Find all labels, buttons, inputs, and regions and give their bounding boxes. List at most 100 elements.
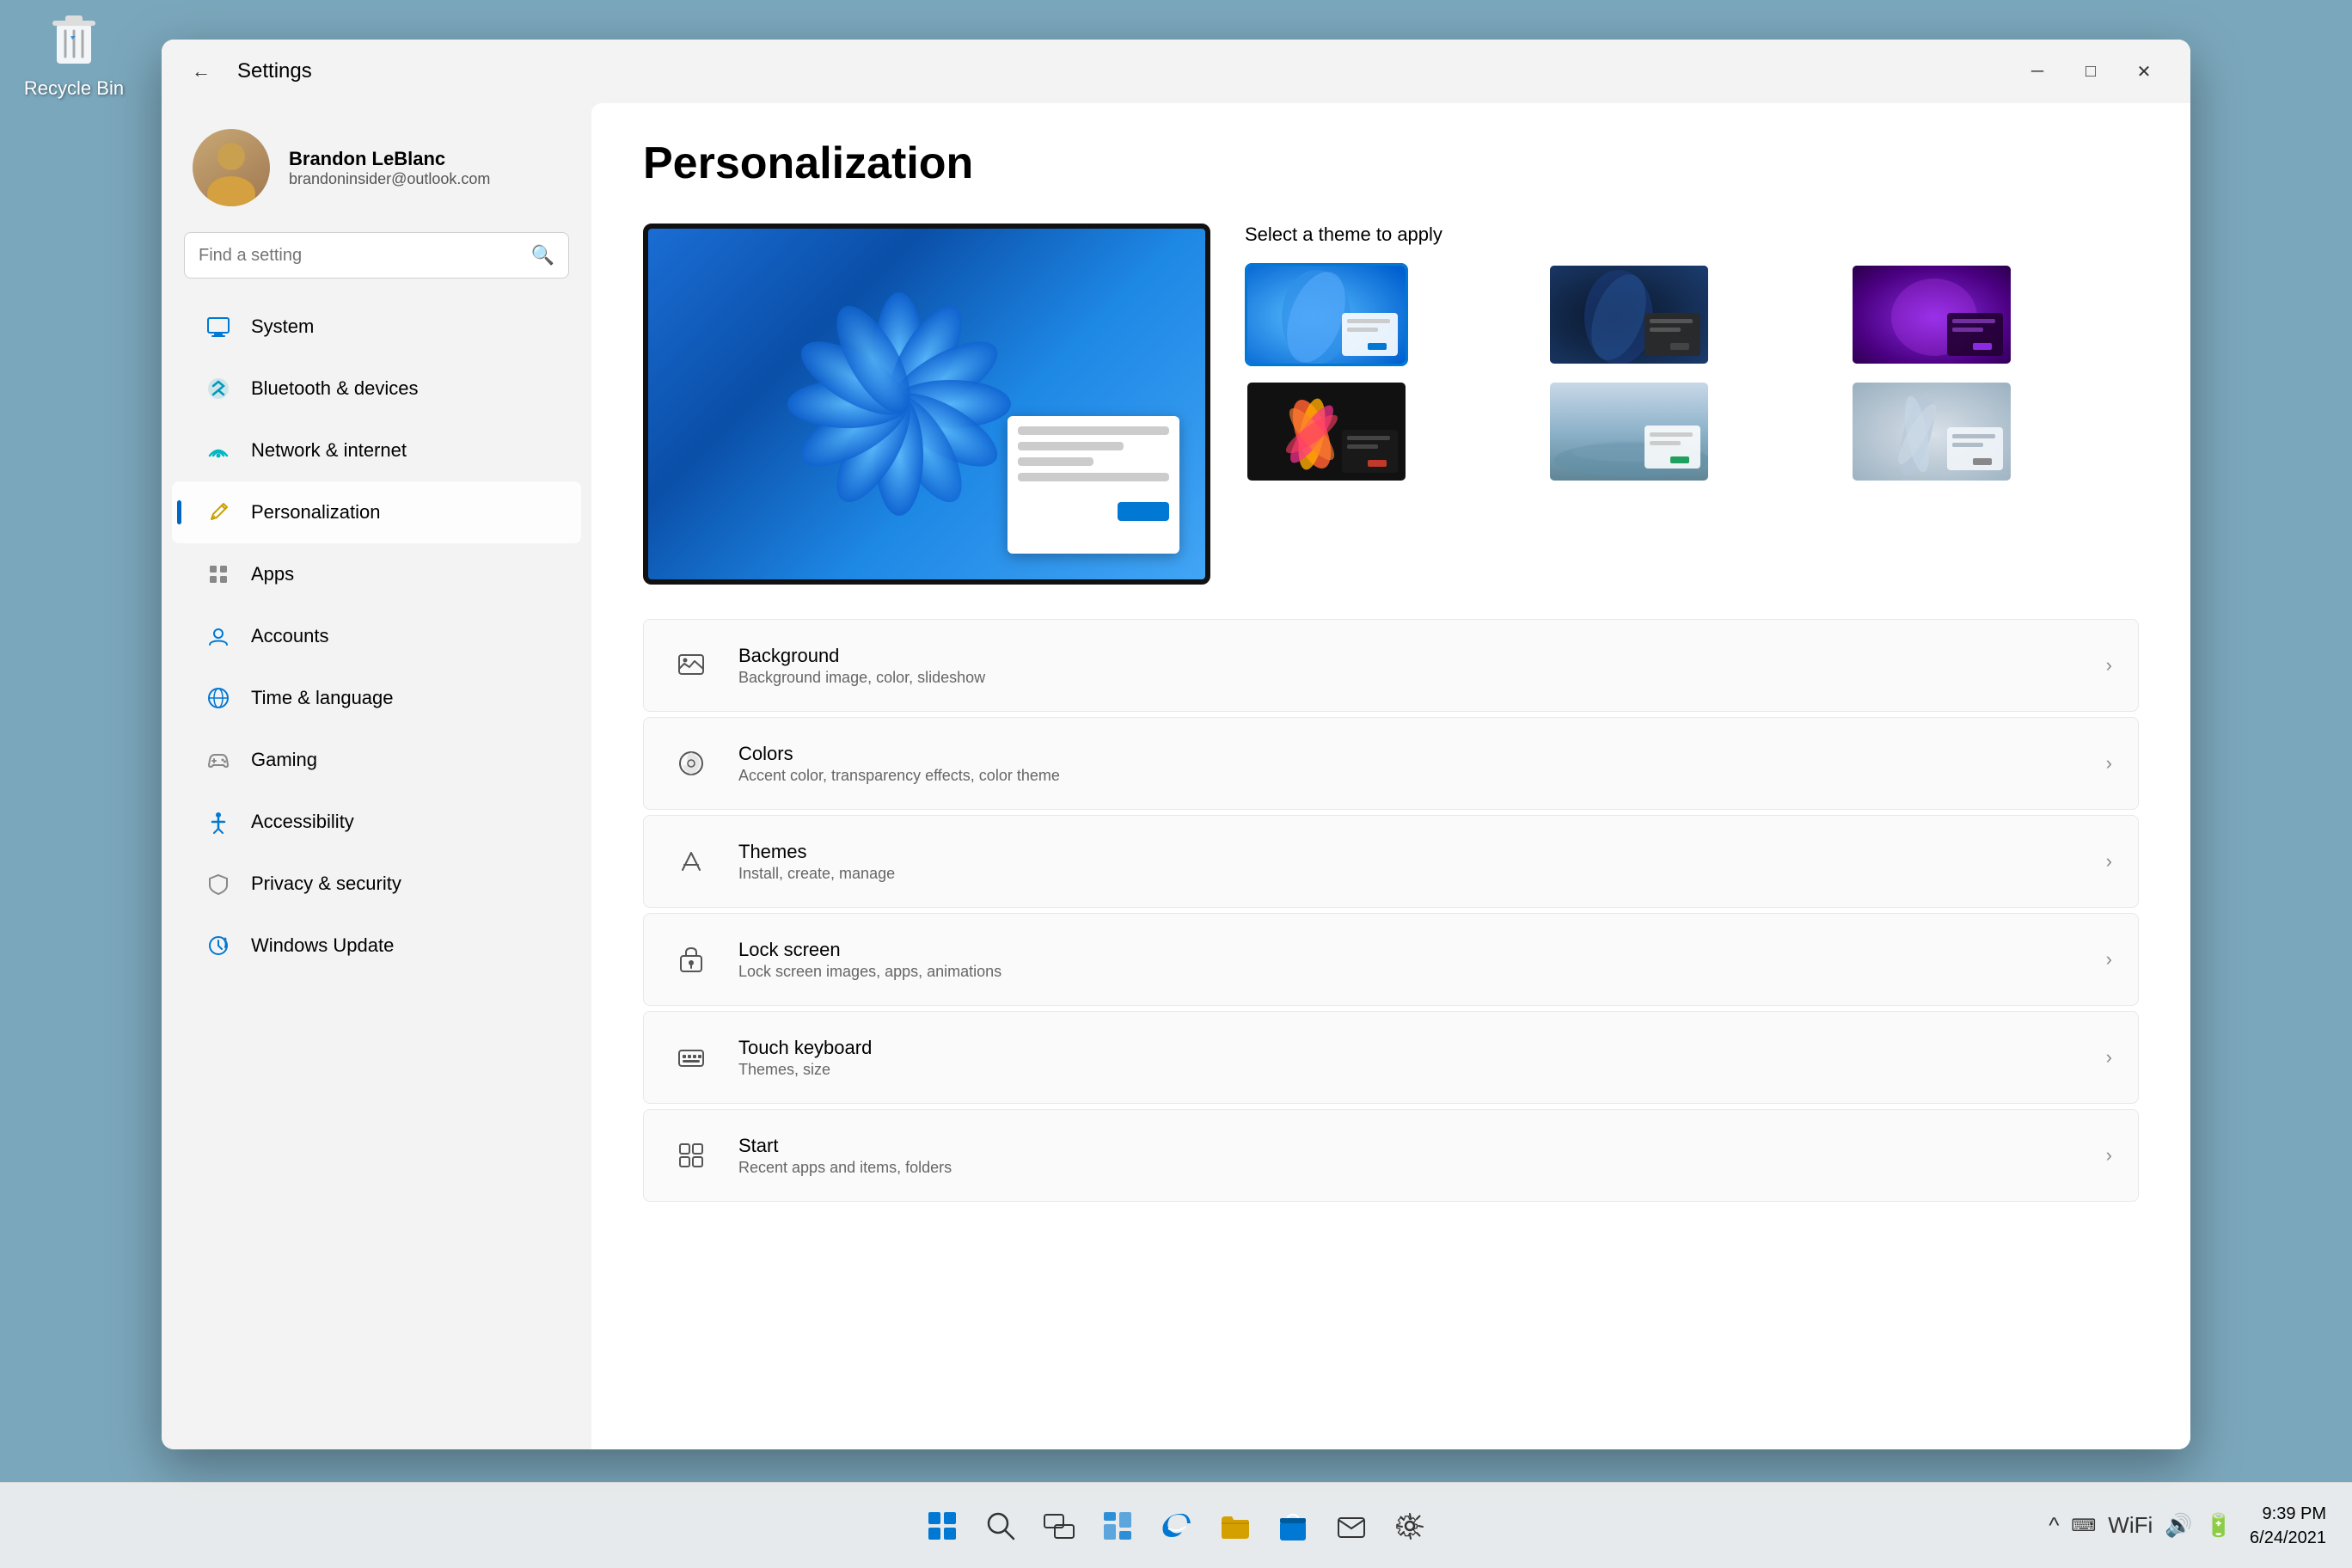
theme-card-5[interactable]: [1547, 380, 1711, 483]
explorer-button[interactable]: [1213, 1504, 1256, 1547]
apps-icon: [203, 559, 234, 590]
background-text: Background Background image, color, slid…: [738, 645, 2080, 687]
avatar-img: [193, 129, 270, 206]
bluetooth-icon: [203, 373, 234, 404]
network-icon: [203, 435, 234, 466]
chevron-up-icon[interactable]: ^: [2049, 1512, 2059, 1539]
search-button[interactable]: [979, 1504, 1022, 1547]
content-area: Brandon LeBlanc brandoninsider@outlook.c…: [162, 103, 2190, 1449]
settings-window: ← Settings ─ □ ✕: [162, 40, 2190, 1449]
minimize-button[interactable]: ─: [2012, 52, 2063, 91]
nav-update[interactable]: Windows Update: [172, 915, 581, 977]
nav-gaming[interactable]: Gaming: [172, 729, 581, 791]
settings-item-start[interactable]: Start Recent apps and items, folders ›: [643, 1109, 2139, 1202]
lockscreen-chevron: ›: [2106, 948, 2112, 971]
taskbar-center: [921, 1504, 1431, 1547]
taskbar-right: ^ ⌨ WiFi 🔊 🔋 9:39 PM 6/24/2021: [2049, 1502, 2326, 1550]
theme-card-2[interactable]: [1547, 263, 1711, 366]
nav-personalization[interactable]: Personalization: [172, 481, 581, 543]
clock-time: 9:39 PM: [2250, 1502, 2326, 1526]
page-title: Personalization: [643, 138, 2139, 189]
theme-card-4[interactable]: [1245, 380, 1408, 483]
start-chevron: ›: [2106, 1144, 2112, 1167]
nav-network[interactable]: Network & internet: [172, 420, 581, 481]
update-icon: [203, 930, 234, 961]
volume-icon[interactable]: 🔊: [2165, 1512, 2192, 1539]
system-tray: ^ ⌨ WiFi 🔊 🔋: [2049, 1512, 2233, 1539]
themes-icon: [670, 840, 713, 883]
taskbar: ^ ⌨ WiFi 🔊 🔋 9:39 PM 6/24/2021: [0, 1482, 2352, 1568]
battery-icon[interactable]: 🔋: [2205, 1512, 2233, 1539]
background-chevron: ›: [2106, 654, 2112, 677]
theme-preview-container: [643, 224, 1210, 585]
title-bar: ← Settings ─ □ ✕: [162, 40, 2190, 103]
colors-chevron: ›: [2106, 752, 2112, 775]
lockscreen-text: Lock screen Lock screen images, apps, an…: [738, 939, 2080, 981]
colors-text: Colors Accent color, transparency effect…: [738, 743, 2080, 785]
theme-5-preview: [1550, 383, 1708, 481]
accessibility-icon: [203, 806, 234, 837]
settings-item-colors[interactable]: Colors Accent color, transparency effect…: [643, 717, 2139, 810]
user-profile[interactable]: Brandon LeBlanc brandoninsider@outlook.c…: [162, 120, 591, 232]
start-settings-icon: [670, 1134, 713, 1177]
themes-grid: [1245, 263, 2139, 483]
nav-accessibility[interactable]: Accessibility: [172, 791, 581, 853]
theme-card-6[interactable]: [1850, 380, 2013, 483]
window-title: Settings: [237, 59, 1994, 83]
avatar: [193, 129, 270, 206]
nav-accounts[interactable]: Accounts: [172, 605, 581, 667]
theme-3-preview: [1853, 266, 2011, 364]
theme-2-preview: [1550, 266, 1708, 364]
start-button[interactable]: [921, 1504, 964, 1547]
gaming-icon: [203, 744, 234, 775]
privacy-icon: [203, 868, 234, 899]
maximize-button[interactable]: □: [2065, 52, 2116, 91]
theme-section: Select a theme to apply: [643, 224, 2139, 585]
close-button[interactable]: ✕: [2118, 52, 2170, 91]
start-text: Start Recent apps and items, folders: [738, 1135, 2080, 1177]
settings-taskbar-button[interactable]: [1388, 1504, 1431, 1547]
desktop: Recycle Bin ← Settings ─ □ ✕: [0, 0, 2352, 1568]
nav-privacy[interactable]: Privacy & security: [172, 853, 581, 915]
nav-bluetooth[interactable]: Bluetooth & devices: [172, 358, 581, 420]
settings-item-lockscreen[interactable]: Lock screen Lock screen images, apps, an…: [643, 913, 2139, 1006]
window-controls: ─ □ ✕: [2012, 52, 2170, 91]
theme-6-preview: [1853, 383, 2011, 481]
themes-label: Select a theme to apply: [1245, 224, 2139, 246]
search-box[interactable]: 🔍: [184, 232, 569, 279]
theme-preview: [643, 224, 1210, 585]
store-button[interactable]: [1271, 1504, 1314, 1547]
settings-item-background[interactable]: Background Background image, color, slid…: [643, 619, 2139, 712]
search-icon: 🔍: [531, 244, 554, 266]
theme-1-preview: [1247, 266, 1406, 364]
theme-4-preview: [1247, 383, 1406, 481]
taskview-button[interactable]: [1038, 1504, 1081, 1547]
user-email: brandoninsider@outlook.com: [289, 170, 560, 188]
user-name: Brandon LeBlanc: [289, 148, 560, 170]
sidebar: Brandon LeBlanc brandoninsider@outlook.c…: [162, 103, 591, 1449]
keyboard-icon: ⌨: [2071, 1515, 2096, 1536]
search-input[interactable]: [199, 246, 521, 266]
nav-system[interactable]: System: [172, 296, 581, 358]
time-icon: [203, 683, 234, 714]
theme-card-1[interactable]: [1245, 263, 1408, 366]
themes-text: Themes Install, create, manage: [738, 841, 2080, 883]
touchkeyboard-chevron: ›: [2106, 1046, 2112, 1069]
edge-button[interactable]: [1155, 1504, 1197, 1547]
settings-item-themes[interactable]: Themes Install, create, manage ›: [643, 815, 2139, 908]
wifi-icon[interactable]: WiFi: [2108, 1512, 2153, 1539]
user-info: Brandon LeBlanc brandoninsider@outlook.c…: [289, 148, 560, 188]
system-clock[interactable]: 9:39 PM 6/24/2021: [2250, 1502, 2326, 1550]
settings-item-touchkeyboard[interactable]: Touch keyboard Themes, size ›: [643, 1011, 2139, 1104]
themes-panel: Select a theme to apply: [1245, 224, 2139, 585]
nav-time[interactable]: Time & language: [172, 667, 581, 729]
back-button[interactable]: ←: [182, 52, 220, 90]
system-icon: [203, 311, 234, 342]
recycle-bin-label: Recycle Bin: [24, 77, 124, 100]
widgets-button[interactable]: [1096, 1504, 1139, 1547]
bloom-svg: [762, 266, 1037, 542]
nav-apps[interactable]: Apps: [172, 543, 581, 605]
recycle-bin[interactable]: Recycle Bin: [5, 5, 143, 100]
theme-card-3[interactable]: [1850, 263, 2013, 366]
mail-button[interactable]: [1330, 1504, 1373, 1547]
